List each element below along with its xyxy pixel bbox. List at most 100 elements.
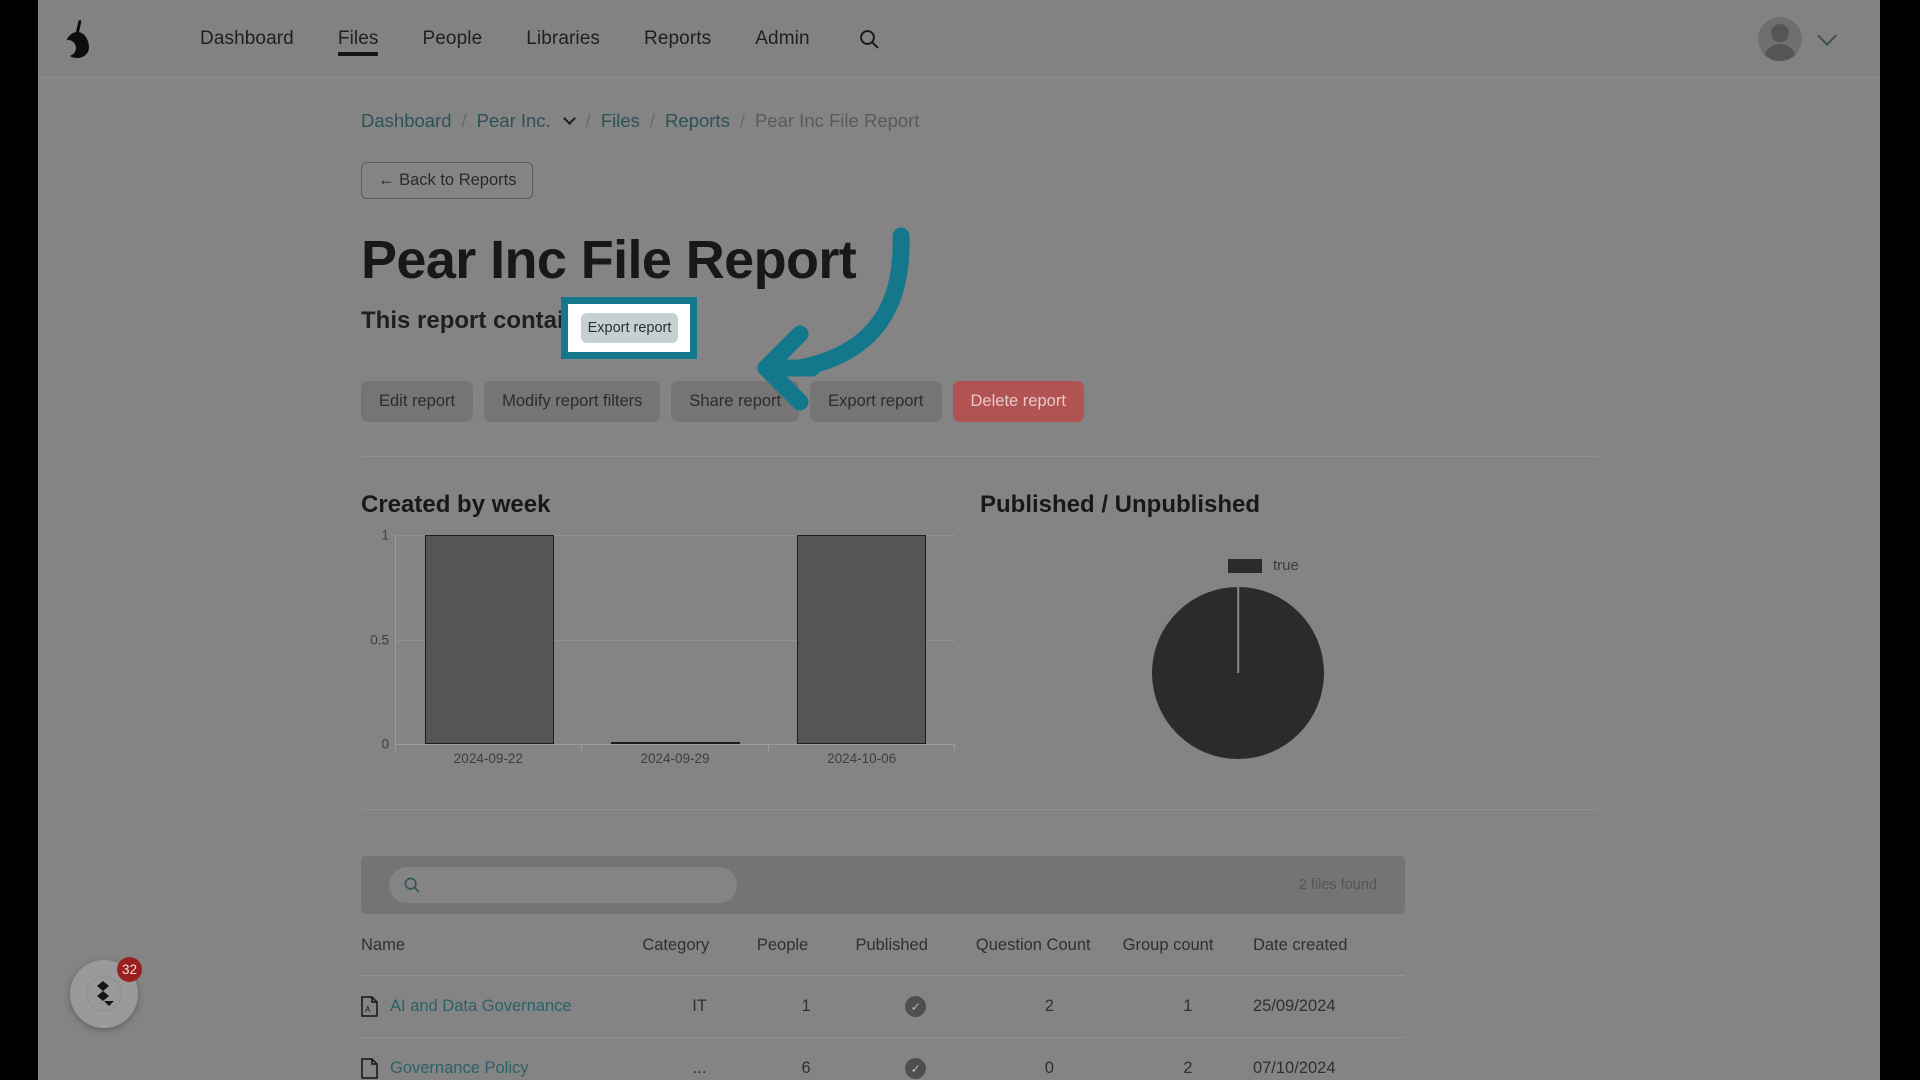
created-by-week-chart: Created by week 1 0.5 0 2024-09-22 2024-… (361, 491, 980, 775)
x-tick: 2024-09-29 (640, 751, 710, 766)
share-report-button[interactable]: Share report (671, 381, 800, 422)
y-tick: 0 (381, 736, 389, 752)
chat-widget-button[interactable]: 32 (70, 957, 142, 1028)
export-report-button[interactable]: Export report (810, 381, 942, 422)
charts-section: Created by week 1 0.5 0 2024-09-22 2024-… (361, 491, 1599, 775)
chart-legend: true (1228, 557, 1299, 574)
doc-file-icon (361, 1058, 378, 1079)
legend-swatch-true (1228, 558, 1262, 573)
delete-report-button[interactable]: Delete report (952, 381, 1084, 422)
nav-label: Libraries (526, 27, 601, 49)
chevron-down-icon[interactable] (1817, 25, 1837, 46)
letterbox-right (1880, 0, 1920, 1080)
chart-title: Published / Unpublished (980, 491, 1261, 518)
nav-label: Dashboard (200, 27, 294, 49)
column-header-name[interactable]: Name (361, 914, 643, 976)
y-axis: 1 0.5 0 (361, 528, 389, 752)
published-check-icon: ✓ (905, 1058, 927, 1079)
cell-category: IT (642, 975, 757, 1038)
breadcrumb-separator: / (739, 110, 745, 131)
plot-area (395, 535, 955, 745)
bar-slot (769, 535, 955, 744)
file-name-link[interactable]: Governance Policy (390, 1059, 529, 1078)
divider (361, 809, 1599, 810)
report-subtitle: This report contains 2 files (361, 307, 667, 334)
avatar[interactable] (1758, 16, 1802, 61)
y-tick: 1 (381, 527, 389, 543)
column-header-people[interactable]: People (756, 914, 856, 976)
nav-item-people[interactable]: People (400, 0, 504, 78)
breadcrumb-item-current: Pear Inc File Report (754, 110, 920, 131)
column-header-question-count[interactable]: Question Count (975, 914, 1123, 976)
column-header-date-created[interactable]: Date created (1252, 914, 1405, 976)
nav-item-dashboard[interactable]: Dashboard (178, 0, 316, 78)
breadcrumb-separator: / (585, 110, 591, 131)
cell-name: Governance Policy (361, 1037, 643, 1080)
modify-report-filters-button[interactable]: Modify report filters (484, 381, 661, 422)
chevron-down-icon[interactable] (562, 112, 576, 125)
column-header-category[interactable]: Category (642, 914, 757, 976)
chart-title: Created by week (361, 491, 551, 518)
edit-report-button[interactable]: Edit report (361, 381, 474, 422)
nav-item-files[interactable]: Files (316, 0, 401, 78)
x-tick: 2024-09-22 (453, 751, 523, 766)
result-count: 2 files found (1298, 877, 1377, 893)
svg-text:A: A (365, 1005, 371, 1014)
app-logo[interactable] (38, 19, 116, 58)
nav-item-reports[interactable]: Reports (622, 0, 733, 78)
pie-slice-true[interactable] (1152, 587, 1324, 759)
nav-item-admin[interactable]: Admin (733, 0, 831, 78)
cell-date-created: 07/10/2024 (1252, 1037, 1405, 1080)
bar-2024-09-29[interactable] (610, 742, 740, 744)
breadcrumb: Dashboard / Pear Inc. / Files / Reports … (361, 78, 1599, 132)
cell-group-count: 2 (1122, 1037, 1253, 1080)
file-name-link[interactable]: AI and Data Governance (390, 997, 572, 1016)
bar-chart: 1 0.5 0 2024-09-22 2024-09-29 2024-10-06 (361, 528, 961, 775)
nav-label: Files (337, 27, 379, 49)
table-row: Governance Policy ... 6 ✓ 0 2 07/10/2024 (361, 1037, 1405, 1080)
screenshot-stage: Dashboard Files People Libraries Reports… (0, 0, 1920, 1080)
cell-name: A AI and Data Governance (361, 975, 643, 1038)
x-tick: 2024-10-06 (827, 751, 897, 766)
export-report-button-highlighted[interactable]: Export report (581, 313, 678, 343)
widget-badge-count: 32 (116, 957, 142, 982)
cell-group-count: 1 (1122, 975, 1253, 1038)
divider (361, 456, 1599, 457)
column-header-published[interactable]: Published (855, 914, 976, 976)
cell-question-count: 0 (975, 1037, 1123, 1080)
column-header-group-count[interactable]: Group count (1122, 914, 1253, 976)
main-content: Dashboard / Pear Inc. / Files / Reports … (38, 78, 1880, 1080)
breadcrumb-item-dashboard[interactable]: Dashboard (361, 110, 452, 132)
search-icon[interactable] (858, 28, 880, 50)
report-actions-toolbar: Edit report Modify report filters Share … (361, 381, 1599, 422)
pear-logo-icon (60, 19, 92, 58)
page-title: Pear Inc File Report (361, 230, 857, 290)
pie-chart: true (980, 535, 1580, 775)
breadcrumb-item-reports[interactable]: Reports (665, 110, 730, 132)
bar-2024-10-06[interactable] (797, 535, 927, 744)
bar-series (396, 535, 955, 744)
account-area (1758, 16, 1880, 61)
search-input[interactable] (389, 867, 737, 903)
breadcrumb-item-pear-inc[interactable]: Pear Inc. (477, 110, 551, 132)
chat-widget-icon (86, 976, 122, 1012)
letterbox-left (0, 0, 38, 1080)
nav-item-libraries[interactable]: Libraries (504, 0, 622, 78)
files-table: Name Category People Published Question … (361, 914, 1405, 1080)
bar-slot (396, 535, 582, 744)
table-row: A AI and Data Governance IT 1 ✓ 2 1 25/0… (361, 975, 1405, 1038)
back-to-reports-button[interactable]: ← Back to Reports (361, 162, 534, 199)
cell-question-count: 2 (975, 975, 1123, 1038)
files-table-panel: 2 files found Name Category People Publi… (361, 856, 1599, 1080)
breadcrumb-item-files[interactable]: Files (601, 110, 640, 132)
bar-2024-09-22[interactable] (424, 535, 554, 744)
search-icon (404, 877, 420, 893)
breadcrumb-separator: / (649, 110, 656, 131)
nav-label: Reports (644, 27, 712, 49)
top-navbar: Dashboard Files People Libraries Reports… (38, 0, 1880, 78)
nav-label: People (422, 27, 483, 49)
table-header-row: Name Category People Published Question … (361, 914, 1405, 976)
y-tick: 0.5 (370, 632, 389, 648)
cell-date-created: 25/09/2024 (1252, 975, 1405, 1038)
legend-label-true: true (1273, 557, 1299, 574)
